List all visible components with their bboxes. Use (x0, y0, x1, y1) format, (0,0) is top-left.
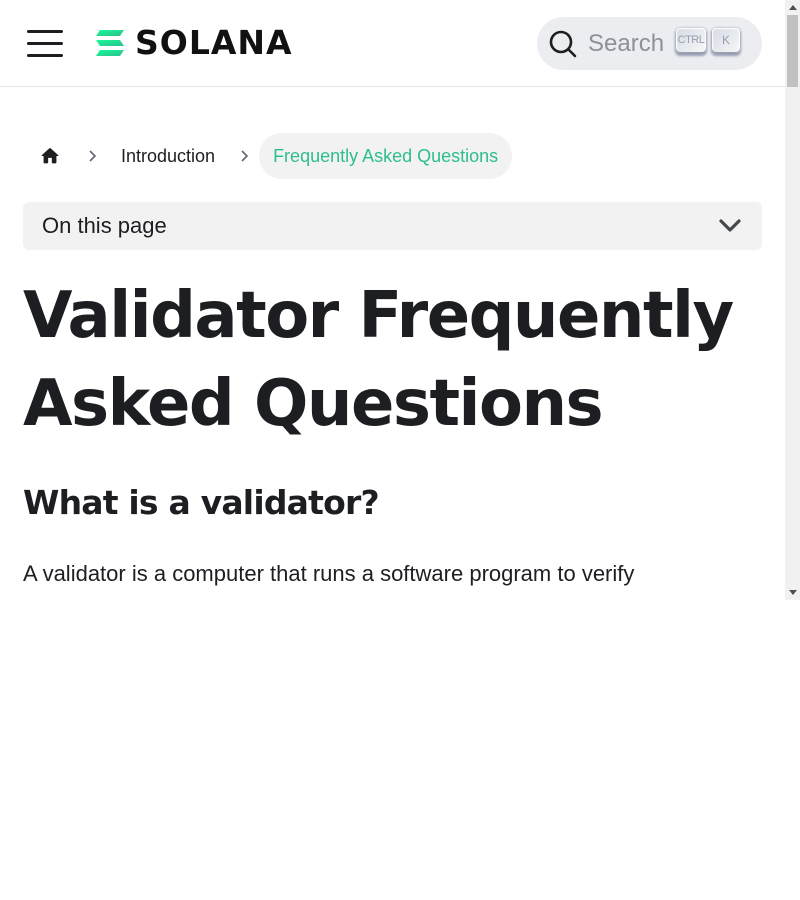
breadcrumb: Introduction Frequently Asked Questions (23, 133, 513, 179)
solana-logo-link[interactable]: SOLANA (95, 23, 293, 62)
scroll-up-arrow-icon[interactable] (785, 0, 800, 15)
toc-label: On this page (42, 213, 167, 238)
section-heading: What is a validator? (23, 483, 380, 522)
breadcrumb-home-link[interactable] (23, 133, 77, 179)
search-placeholder: Search (588, 29, 665, 57)
body-paragraph: A validator is a computer that runs a so… (23, 561, 635, 586)
shortcut-ctrl-key: CTRL (676, 28, 706, 54)
hamburger-icon (27, 30, 63, 57)
search-button[interactable]: Search CTRL K (537, 17, 762, 70)
breadcrumb-item-current[interactable]: Frequently Asked Questions (259, 133, 513, 179)
breadcrumb-separator-icon (83, 133, 101, 179)
scrollbar-thumb[interactable] (787, 15, 798, 87)
breadcrumb-separator-icon (235, 133, 253, 179)
breadcrumb-item-introduction[interactable]: Introduction (107, 133, 229, 179)
search-icon (549, 30, 577, 57)
menu-toggle-button[interactable] (27, 28, 63, 58)
vertical-scrollbar[interactable] (785, 0, 800, 600)
solana-mark-icon (96, 30, 124, 56)
page-title: Validator Frequently Asked Questions (23, 279, 734, 441)
chevron-down-icon (719, 219, 741, 232)
home-icon (41, 148, 59, 164)
browser-viewport: SOLANA Search CTRL K Introduction Freque… (0, 0, 800, 600)
navbar: SOLANA Search CTRL K (0, 0, 785, 87)
shortcut-k-key: K (712, 28, 740, 54)
logo-wordmark: SOLANA (135, 23, 293, 62)
on-this-page-toggle[interactable]: On this page (23, 202, 762, 250)
scroll-down-arrow-icon[interactable] (785, 585, 800, 600)
